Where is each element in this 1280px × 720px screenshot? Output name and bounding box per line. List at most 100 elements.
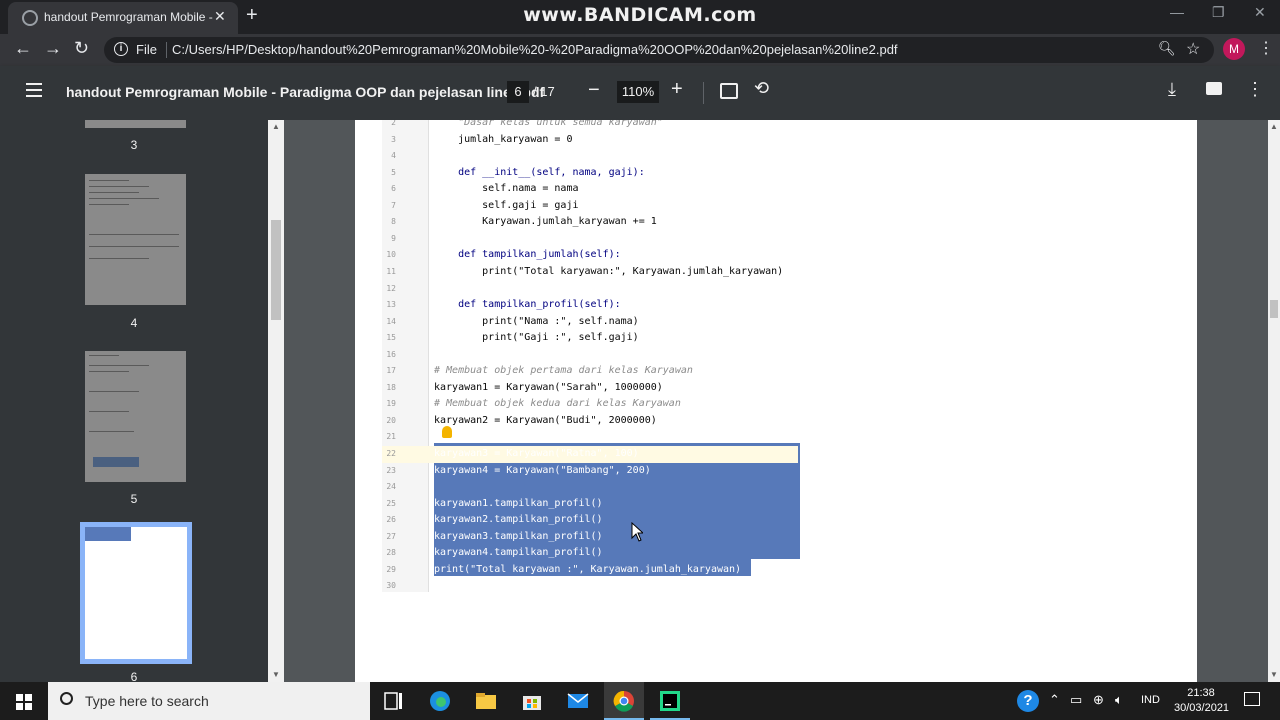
chevron-up-icon[interactable]: ⌃: [1049, 692, 1060, 708]
code-screenshot: 2 "Dasar kelas untuk semua karyawan" 3 ju…: [382, 120, 800, 592]
code-text: karyawan3.tampilkan_profil(): [434, 530, 603, 542]
zoom-out-button[interactable]: −: [588, 79, 600, 102]
code-text: karyawan4.tampilkan_profil(): [434, 547, 603, 559]
code-text: print("Gaji :", self.gaji): [434, 332, 639, 344]
code-line: 4: [382, 148, 798, 165]
fit-to-page-icon[interactable]: [720, 83, 738, 99]
code-text: karyawan4 = Karyawan("Bambang", 200): [434, 464, 651, 476]
page-thumbnail-4[interactable]: [85, 174, 186, 305]
line-number: 19: [386, 399, 396, 409]
help-icon[interactable]: ?: [1017, 690, 1039, 712]
code-line: 22 karyawan3 = Karyawan("Ratna", 100): [382, 446, 798, 463]
bookmark-star-icon[interactable]: ☆: [1186, 39, 1200, 59]
network-globe-icon[interactable]: ⊕: [1093, 692, 1104, 708]
line-number: 29: [386, 564, 396, 574]
file-scheme-label: File: [136, 42, 157, 57]
line-number: 27: [386, 531, 396, 541]
browser-menu-icon[interactable]: ⋮: [1258, 38, 1274, 58]
pdf-viewport[interactable]: 2 "Dasar kelas untuk semua karyawan" 3 ju…: [284, 120, 1268, 682]
code-text: print("Nama :", self.nama): [434, 315, 639, 327]
line-number: 4: [391, 151, 396, 161]
code-text: karyawan1.tampilkan_profil(): [434, 497, 603, 509]
pdf-page: 2 "Dasar kelas untuk semua karyawan" 3 ju…: [355, 120, 1197, 682]
sidebar-scrollbar[interactable]: ▲ ▼: [268, 120, 284, 682]
line-number: 13: [386, 300, 396, 310]
line-number: 14: [386, 316, 396, 326]
code-line: 20 karyawan2 = Karyawan("Budi", 2000000): [382, 413, 798, 430]
code-text: karyawan1 = Karyawan("Sarah", 1000000): [434, 381, 663, 393]
minimize-icon[interactable]: —: [1170, 4, 1184, 20]
notification-icon[interactable]: [1244, 692, 1260, 706]
zoom-level-input[interactable]: 110%: [617, 81, 659, 103]
code-text: karyawan2 = Karyawan("Budi", 2000000): [434, 414, 657, 426]
line-number: 5: [391, 167, 396, 177]
page-number-input[interactable]: 6: [507, 81, 529, 103]
code-line: 11 print("Total karyawan:", Karyawan.jum…: [382, 264, 798, 281]
back-arrow-icon[interactable]: ←: [14, 38, 32, 59]
taskbar-search-box[interactable]: Type here to search: [48, 682, 370, 720]
recording-watermark: www.BANDICAM.com: [523, 4, 757, 26]
windows-start-icon[interactable]: [16, 694, 32, 710]
windows-taskbar: Type here to search ? ⌃ ▭ ⊕ 🔈︎ IND 21:38…: [0, 682, 1280, 720]
line-number: 20: [386, 415, 396, 425]
edge-browser-icon[interactable]: [428, 689, 452, 713]
code-text: # Membuat objek pertama dari kelas Karya…: [434, 365, 693, 377]
browser-tab-strip: handout Pemrograman Mobile - ✕ + www.BAN…: [0, 0, 1280, 34]
code-line: 18 karyawan1 = Karyawan("Sarah", 1000000): [382, 380, 798, 397]
mail-icon[interactable]: [566, 689, 590, 713]
chrome-icon[interactable]: [612, 689, 636, 713]
store-icon[interactable]: [520, 689, 544, 713]
window-close-icon[interactable]: ✕: [1254, 4, 1266, 21]
sidebar-scroll-thumb[interactable]: [271, 220, 281, 320]
page-thumbnail-3[interactable]: [85, 120, 186, 128]
code-line: 5 def __init__(self, nama, gaji):: [382, 165, 798, 182]
line-number: 11: [386, 266, 396, 276]
profile-avatar[interactable]: M: [1223, 38, 1245, 60]
zoom-magnifier-icon[interactable]: 🔍︎: [1158, 40, 1176, 57]
code-text: karyawan3 = Karyawan("Ratna", 100): [434, 448, 639, 459]
line-number: 22: [386, 449, 396, 458]
code-text: print("Total karyawan :", Karyawan.jumla…: [434, 563, 742, 575]
page-thumbnail-6-selected[interactable]: [80, 522, 192, 664]
code-line: 23 karyawan4 = Karyawan("Bambang", 200): [382, 463, 798, 480]
line-number: 3: [391, 134, 396, 144]
browser-toolbar: ← → ↻ i File C:/Users/HP/Desktop/handout…: [0, 34, 1280, 66]
zoom-in-button[interactable]: +: [671, 78, 683, 101]
rotate-icon[interactable]: ⟲: [754, 78, 769, 99]
line-number: 28: [386, 548, 396, 558]
line-number: 9: [391, 233, 396, 243]
task-view-icon[interactable]: [382, 689, 406, 713]
address-bar[interactable]: i File C:/Users/HP/Desktop/handout%20Pem…: [104, 37, 1214, 63]
pycharm-icon[interactable]: [658, 689, 682, 713]
battery-icon[interactable]: ▭: [1070, 692, 1082, 708]
forward-arrow-icon[interactable]: →: [44, 38, 62, 59]
line-number: 10: [386, 250, 396, 260]
line-number: 26: [386, 515, 396, 525]
main-scroll-thumb[interactable]: [1270, 300, 1278, 318]
file-explorer-icon[interactable]: [474, 689, 498, 713]
url-text[interactable]: C:/Users/HP/Desktop/handout%20Pemrograma…: [172, 42, 898, 57]
code-line: 25 karyawan1.tampilkan_profil(): [382, 496, 798, 513]
code-line: 16: [382, 347, 798, 364]
code-text: karyawan2.tampilkan_profil(): [434, 514, 603, 526]
code-line: 8 Karyawan.jumlah_karyawan += 1: [382, 214, 798, 231]
reload-icon[interactable]: ↻: [74, 38, 89, 59]
page-thumbnail-5[interactable]: [85, 351, 186, 482]
input-language[interactable]: IND: [1141, 694, 1160, 706]
thumbnail-label: 6: [130, 670, 138, 682]
system-clock[interactable]: 21:38 30/03/2021: [1174, 686, 1229, 716]
code-line: 17 # Membuat objek pertama dari kelas Kar…: [382, 363, 798, 380]
download-icon[interactable]: ⤓: [1168, 79, 1176, 100]
code-line: 3 jumlah_karyawan = 0: [382, 132, 798, 149]
more-options-icon[interactable]: ⋮: [1246, 79, 1264, 100]
volume-icon[interactable]: 🔈︎: [1115, 692, 1123, 708]
print-icon[interactable]: [1206, 82, 1222, 95]
code-line: 21: [382, 429, 798, 446]
code-line: 27 karyawan3.tampilkan_profil(): [382, 529, 798, 546]
line-number: 6: [391, 184, 396, 194]
hamburger-menu-icon[interactable]: [26, 83, 42, 101]
maximize-icon[interactable]: ❐: [1212, 4, 1225, 21]
main-scrollbar[interactable]: ▲ ▼: [1268, 120, 1280, 682]
info-icon[interactable]: i: [114, 42, 128, 56]
code-text: jumlah_karyawan = 0: [434, 133, 573, 145]
